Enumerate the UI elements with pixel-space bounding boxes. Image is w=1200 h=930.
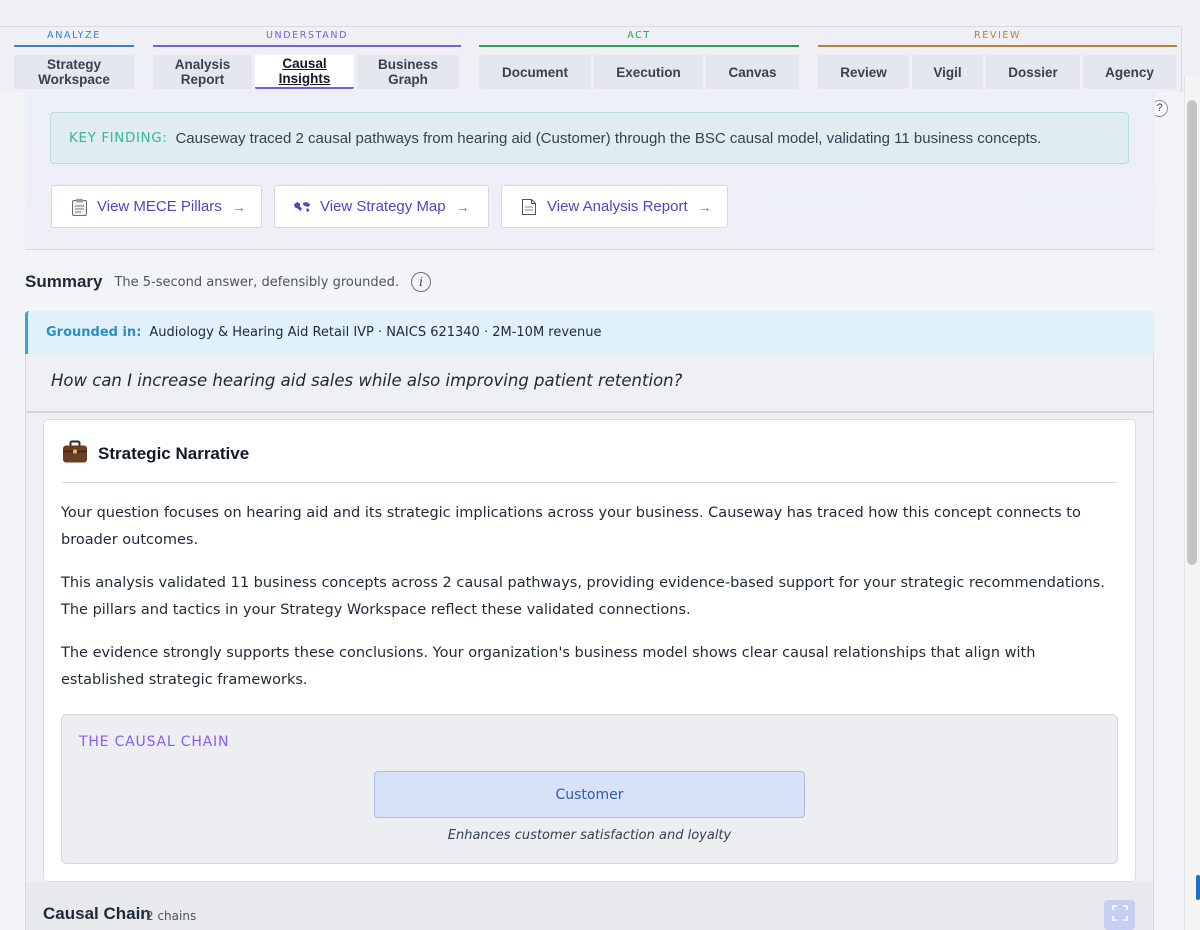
expand-icon bbox=[1111, 905, 1128, 925]
tab-label: Strategy Workspace bbox=[38, 57, 110, 87]
summary-header: Summary The 5-second answer, defensibly … bbox=[25, 270, 431, 294]
nav-group-line bbox=[479, 45, 799, 47]
side-indicator bbox=[1196, 875, 1200, 900]
nav-group-line bbox=[14, 45, 134, 47]
nav-group-analyze: ANALYZE bbox=[14, 28, 134, 47]
nav-group-review: REVIEW bbox=[818, 28, 1177, 47]
tab-dossier[interactable]: Dossier bbox=[986, 55, 1080, 89]
tab-row-understand: Analysis Report Causal Insights Business… bbox=[153, 55, 459, 89]
strategic-narrative-header: Strategic Narrative bbox=[62, 440, 249, 468]
causal-chain-node-customer[interactable]: Customer bbox=[374, 771, 805, 818]
view-analysis-report-label: View Analysis Report bbox=[547, 198, 688, 215]
tab-row-analyze: Strategy Workspace bbox=[14, 55, 134, 89]
narrative-paragraph: The evidence strongly supports these con… bbox=[61, 645, 1036, 688]
tab-label: Vigil bbox=[933, 64, 962, 80]
tab-label: Canvas bbox=[728, 64, 777, 80]
summary-subtitle: The 5-second answer, defensibly grounded… bbox=[114, 274, 399, 290]
tab-causal-insights[interactable]: Causal Insights bbox=[255, 55, 354, 89]
tab-label: Document bbox=[501, 64, 568, 80]
tab-analysis-report[interactable]: Analysis Report bbox=[153, 55, 252, 89]
clipboard-icon bbox=[70, 198, 88, 216]
tab-strategy-workspace[interactable]: Strategy Workspace bbox=[14, 55, 134, 89]
view-strategy-map-button[interactable]: View Strategy Map → bbox=[274, 185, 489, 228]
tab-row-review: Review Vigil Dossier Agency bbox=[818, 55, 1176, 89]
arrow-right-icon: → bbox=[455, 198, 470, 215]
key-finding-banner: KEY FINDING: Causeway traced 2 causal pa… bbox=[50, 112, 1129, 164]
causal-chain-section-title: Causal Chain bbox=[43, 904, 151, 923]
grounded-in-text: Audiology & Hearing Aid Retail IVP · NAI… bbox=[149, 325, 602, 340]
key-finding-label: KEY FINDING: bbox=[69, 130, 168, 146]
nav-group-label-review: REVIEW bbox=[974, 30, 1021, 41]
tab-label: Execution bbox=[616, 64, 681, 80]
narrative-paragraph: This analysis validated 11 business conc… bbox=[61, 575, 1105, 618]
divider bbox=[62, 482, 1117, 483]
view-mece-pillars-button[interactable]: View MECE Pillars → bbox=[51, 185, 262, 228]
tab-row-act: Document Execution Canvas bbox=[479, 55, 799, 89]
expand-button[interactable] bbox=[1104, 900, 1135, 930]
tab-label: Review bbox=[840, 64, 887, 80]
causal-chain-node-description: Enhances customer satisfaction and loyal… bbox=[447, 828, 732, 843]
view-mece-pillars-label: View MECE Pillars bbox=[97, 198, 222, 215]
world-map-icon bbox=[293, 198, 311, 216]
nav-group-label-act: ACT bbox=[627, 30, 651, 41]
tab-business-graph[interactable]: Business Graph bbox=[357, 55, 459, 89]
tab-canvas[interactable]: Canvas bbox=[706, 55, 799, 89]
tab-review[interactable]: Review bbox=[818, 55, 909, 89]
arrow-right-icon: → bbox=[231, 198, 246, 215]
causal-chain-count: 2 chains bbox=[146, 909, 197, 923]
grounded-in-banner: Grounded in: Audiology & Hearing Aid Ret… bbox=[25, 311, 1154, 354]
grounded-in-label: Grounded in: bbox=[46, 325, 142, 340]
summary-title: Summary bbox=[25, 272, 103, 291]
narrative-paragraph: Your question focuses on hearing aid and… bbox=[61, 505, 1081, 548]
nav-group-line bbox=[818, 45, 1177, 47]
info-icon[interactable]: i bbox=[411, 272, 431, 292]
nav-group-label-understand: UNDERSTAND bbox=[266, 30, 348, 41]
tab-execution[interactable]: Execution bbox=[594, 55, 703, 89]
arrow-right-icon: → bbox=[697, 198, 712, 215]
user-question: How can I increase hearing aid sales whi… bbox=[51, 371, 683, 390]
tab-label: Causal Insights bbox=[278, 56, 331, 86]
briefcase-icon bbox=[62, 440, 88, 468]
nav-group-act: ACT bbox=[479, 28, 799, 47]
tab-vigil[interactable]: Vigil bbox=[912, 55, 983, 89]
top-navigation: ANALYZE UNDERSTAND ACT REVIEW Strategy W… bbox=[0, 0, 1200, 92]
causal-chain-label: THE CAUSAL CHAIN bbox=[79, 734, 230, 750]
tab-document[interactable]: Document bbox=[479, 55, 591, 89]
strategic-narrative-title: Strategic Narrative bbox=[98, 444, 250, 463]
view-analysis-report-button[interactable]: View Analysis Report → bbox=[501, 185, 728, 228]
document-icon bbox=[520, 198, 538, 216]
nav-group-understand: UNDERSTAND bbox=[153, 28, 461, 47]
scrollbar-thumb[interactable] bbox=[1187, 100, 1197, 565]
divider bbox=[26, 411, 1153, 413]
view-strategy-map-label: View Strategy Map bbox=[320, 198, 446, 215]
tab-label: Agency bbox=[1105, 64, 1154, 80]
nav-group-line bbox=[153, 45, 461, 47]
key-finding-text: Causeway traced 2 causal pathways from h… bbox=[175, 129, 1042, 147]
tab-label: Dossier bbox=[1008, 64, 1058, 80]
tab-label: Analysis Report bbox=[174, 57, 231, 87]
tab-label: Business Graph bbox=[377, 57, 439, 87]
tab-agency[interactable]: Agency bbox=[1083, 55, 1176, 89]
nav-group-label-analyze: ANALYZE bbox=[47, 30, 101, 41]
